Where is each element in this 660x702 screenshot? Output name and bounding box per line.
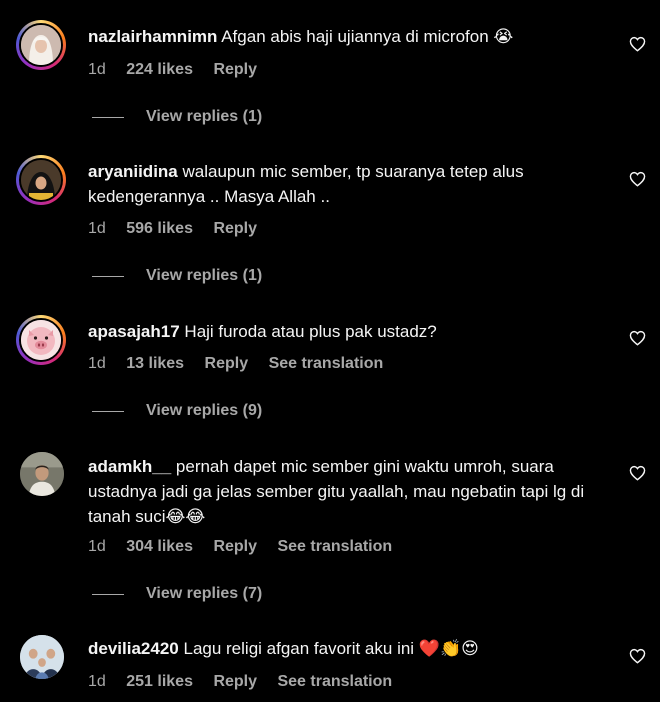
reply-button[interactable]: Reply xyxy=(213,673,257,690)
heart-outline-icon[interactable] xyxy=(629,330,646,346)
comment-text: Haji furoda atau plus pak ustadz? xyxy=(184,322,437,341)
view-replies-label: View replies (7) xyxy=(146,585,263,602)
comment-date[interactable]: 1d xyxy=(88,673,106,690)
view-replies-label: View replies (1) xyxy=(146,108,263,125)
view-replies-label: View replies (1) xyxy=(146,267,263,284)
comment-username[interactable]: aryaniidina xyxy=(88,162,178,181)
comment-text: Afgan abis haji ujiannya di microfon 😭 xyxy=(221,27,514,46)
comment-likes[interactable]: 304 likes xyxy=(126,538,193,555)
reply-button[interactable]: Reply xyxy=(213,61,257,78)
comment-meta: 1d 13 likes Reply See translation xyxy=(88,355,399,373)
comment-text: Lagu religi afgan favorit aku ini ❤️👏😍 xyxy=(183,639,479,658)
comment-username[interactable]: apasajah17 xyxy=(88,322,180,341)
view-replies-label: View replies (9) xyxy=(146,402,263,419)
avatar[interactable] xyxy=(16,20,66,70)
comment-date[interactable]: 1d xyxy=(88,61,106,78)
divider-line xyxy=(92,410,124,412)
comment-username[interactable]: devilia2420 xyxy=(88,639,179,658)
group-photo-icon xyxy=(20,635,64,679)
see-translation-button[interactable]: See translation xyxy=(277,673,392,690)
heart-outline-icon[interactable] xyxy=(629,171,646,187)
heart-outline-icon[interactable] xyxy=(629,648,646,664)
person-photo-icon xyxy=(20,452,64,496)
divider-line xyxy=(92,275,124,277)
heart-outline-icon[interactable] xyxy=(629,465,646,481)
person-hijab-photo-icon xyxy=(21,25,61,65)
comment-text-block: adamkh__ pernah dapet mic sember gini wa… xyxy=(88,454,608,529)
comment-text-block: nazlairhamnimn Afgan abis haji ujiannya … xyxy=(88,24,608,49)
view-replies-button[interactable]: View replies (1) xyxy=(92,267,262,285)
comment-date[interactable]: 1d xyxy=(88,538,106,555)
avatar[interactable] xyxy=(20,635,64,679)
heart-outline-icon[interactable] xyxy=(629,36,646,52)
avatar[interactable] xyxy=(20,452,64,496)
comment-username[interactable]: adamkh__ xyxy=(88,457,171,476)
view-replies-button[interactable]: View replies (9) xyxy=(92,402,262,420)
comment-likes[interactable]: 13 likes xyxy=(126,355,184,372)
see-translation-button[interactable]: See translation xyxy=(269,355,384,372)
avatar[interactable] xyxy=(16,155,66,205)
comment-date[interactable]: 1d xyxy=(88,355,106,372)
reply-button[interactable]: Reply xyxy=(213,220,257,237)
divider-line xyxy=(92,116,124,118)
comment-meta: 1d 596 likes Reply xyxy=(88,220,273,238)
comment-username[interactable]: nazlairhamnimn xyxy=(88,27,217,46)
comment-likes[interactable]: 224 likes xyxy=(126,61,193,78)
comment-likes[interactable]: 596 likes xyxy=(126,220,193,237)
divider-line xyxy=(92,593,124,595)
view-replies-button[interactable]: View replies (1) xyxy=(92,108,262,126)
comment-text-block: aryaniidina walaupun mic sember, tp suar… xyxy=(88,159,608,209)
comment-meta: 1d 251 likes Reply See translation xyxy=(88,673,408,691)
reply-button[interactable]: Reply xyxy=(213,538,257,555)
comment-text-block: devilia2420 Lagu religi afgan favorit ak… xyxy=(88,636,608,661)
comment-likes[interactable]: 251 likes xyxy=(126,673,193,690)
comment-date[interactable]: 1d xyxy=(88,220,106,237)
avatar[interactable] xyxy=(16,315,66,365)
comment-meta: 1d 224 likes Reply xyxy=(88,61,273,79)
pig-face-icon xyxy=(21,320,61,360)
comment-text-block: apasajah17 Haji furoda atau plus pak ust… xyxy=(88,319,608,344)
view-replies-button[interactable]: View replies (7) xyxy=(92,585,262,603)
comment-meta: 1d 304 likes Reply See translation xyxy=(88,538,408,556)
person-hijab-photo-icon xyxy=(21,160,61,200)
reply-button[interactable]: Reply xyxy=(205,355,249,372)
see-translation-button[interactable]: See translation xyxy=(277,538,392,555)
